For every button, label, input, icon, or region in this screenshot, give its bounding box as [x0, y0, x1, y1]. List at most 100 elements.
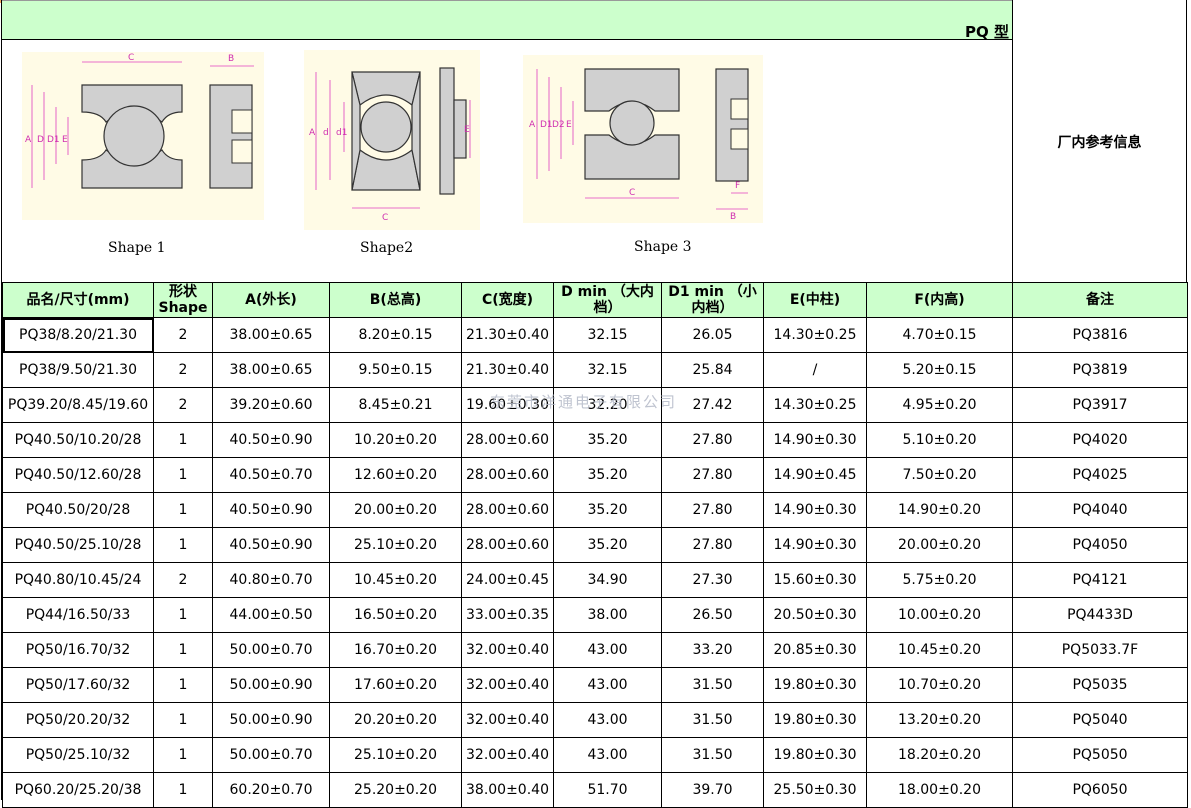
- cell-remark[interactable]: PQ4050: [1012, 527, 1188, 563]
- cell-e[interactable]: 14.30±0.25: [763, 387, 867, 423]
- cell-c[interactable]: 21.30±0.40: [461, 317, 554, 353]
- cell-d1[interactable]: 25.84: [661, 352, 764, 388]
- cell-shape[interactable]: 2: [153, 387, 213, 423]
- col-header-f[interactable]: F(内高): [866, 282, 1013, 318]
- cell-name[interactable]: PQ38/8.20/21.30: [2, 317, 154, 353]
- cell-d[interactable]: 35.20: [553, 492, 662, 528]
- cell-shape[interactable]: 1: [153, 527, 213, 563]
- cell-remark[interactable]: PQ3816: [1012, 317, 1188, 353]
- cell-d1[interactable]: 27.80: [661, 492, 764, 528]
- cell-remark[interactable]: PQ5050: [1012, 737, 1188, 773]
- cell-b[interactable]: 20.00±0.20: [329, 492, 462, 528]
- cell-d[interactable]: 32.15: [553, 352, 662, 388]
- cell-d1[interactable]: 31.50: [661, 737, 764, 773]
- cell-f[interactable]: 10.00±0.20: [866, 597, 1013, 633]
- cell-d1[interactable]: 27.30: [661, 562, 764, 598]
- cell-c[interactable]: 28.00±0.60: [461, 422, 554, 458]
- cell-shape[interactable]: 1: [153, 492, 213, 528]
- cell-f[interactable]: 13.20±0.20: [866, 702, 1013, 738]
- cell-shape[interactable]: 1: [153, 632, 213, 668]
- cell-shape[interactable]: 1: [153, 457, 213, 493]
- cell-shape[interactable]: 2: [153, 317, 213, 353]
- cell-d[interactable]: 43.00: [553, 737, 662, 773]
- cell-d[interactable]: 43.00: [553, 667, 662, 703]
- cell-shape[interactable]: 2: [153, 352, 213, 388]
- cell-d1[interactable]: 31.50: [661, 702, 764, 738]
- cell-name[interactable]: PQ44/16.50/33: [2, 597, 154, 633]
- cell-b[interactable]: 9.50±0.15: [329, 352, 462, 388]
- col-header-shape[interactable]: 形状 Shape: [153, 282, 213, 318]
- cell-f[interactable]: 10.70±0.20: [866, 667, 1013, 703]
- cell-a[interactable]: 40.80±0.70: [212, 562, 330, 598]
- cell-a[interactable]: 50.00±0.90: [212, 667, 330, 703]
- cell-shape[interactable]: 1: [153, 422, 213, 458]
- cell-f[interactable]: 5.75±0.20: [866, 562, 1013, 598]
- cell-a[interactable]: 40.50±0.90: [212, 527, 330, 563]
- cell-f[interactable]: 4.95±0.20: [866, 387, 1013, 423]
- cell-e[interactable]: 14.90±0.30: [763, 422, 867, 458]
- cell-c[interactable]: 21.30±0.40: [461, 352, 554, 388]
- cell-remark[interactable]: PQ5035: [1012, 667, 1188, 703]
- cell-name[interactable]: PQ50/17.60/32: [2, 667, 154, 703]
- cell-a[interactable]: 39.20±0.60: [212, 387, 330, 423]
- cell-f[interactable]: 18.20±0.20: [866, 737, 1013, 773]
- cell-b[interactable]: 12.60±0.20: [329, 457, 462, 493]
- cell-remark[interactable]: PQ4040: [1012, 492, 1188, 528]
- cell-b[interactable]: 25.10±0.20: [329, 527, 462, 563]
- cell-f[interactable]: 14.90±0.20: [866, 492, 1013, 528]
- cell-a[interactable]: 40.50±0.90: [212, 422, 330, 458]
- cell-d[interactable]: 32.15: [553, 317, 662, 353]
- cell-e[interactable]: 25.50±0.30: [763, 772, 867, 808]
- cell-a[interactable]: 50.00±0.70: [212, 737, 330, 773]
- cell-f[interactable]: 5.20±0.15: [866, 352, 1013, 388]
- cell-e[interactable]: 14.90±0.30: [763, 492, 867, 528]
- cell-d[interactable]: 43.00: [553, 702, 662, 738]
- cell-d[interactable]: 43.00: [553, 632, 662, 668]
- col-header-c[interactable]: C(宽度): [461, 282, 554, 318]
- cell-b[interactable]: 17.60±0.20: [329, 667, 462, 703]
- cell-c[interactable]: 33.00±0.35: [461, 597, 554, 633]
- cell-e[interactable]: 14.90±0.30: [763, 527, 867, 563]
- cell-b[interactable]: 10.20±0.20: [329, 422, 462, 458]
- cell-b[interactable]: 8.45±0.21: [329, 387, 462, 423]
- cell-c[interactable]: 28.00±0.60: [461, 492, 554, 528]
- cell-name[interactable]: PQ40.80/10.45/24: [2, 562, 154, 598]
- cell-b[interactable]: 25.10±0.20: [329, 737, 462, 773]
- cell-shape[interactable]: 2: [153, 562, 213, 598]
- cell-name[interactable]: PQ40.50/12.60/28: [2, 457, 154, 493]
- cell-e[interactable]: 14.90±0.45: [763, 457, 867, 493]
- cell-remark[interactable]: PQ5040: [1012, 702, 1188, 738]
- cell-shape[interactable]: 1: [153, 702, 213, 738]
- cell-f[interactable]: 18.00±0.20: [866, 772, 1013, 808]
- cell-d[interactable]: 51.70: [553, 772, 662, 808]
- cell-shape[interactable]: 1: [153, 597, 213, 633]
- cell-b[interactable]: 16.70±0.20: [329, 632, 462, 668]
- cell-e[interactable]: 20.50±0.30: [763, 597, 867, 633]
- col-header-e[interactable]: E(中柱): [763, 282, 867, 318]
- cell-a[interactable]: 38.00±0.65: [212, 352, 330, 388]
- cell-e[interactable]: 19.80±0.30: [763, 667, 867, 703]
- cell-d[interactable]: 35.20: [553, 422, 662, 458]
- cell-d1[interactable]: 27.80: [661, 527, 764, 563]
- cell-c[interactable]: 32.00±0.40: [461, 702, 554, 738]
- cell-a[interactable]: 38.00±0.65: [212, 317, 330, 353]
- shape2-drawing[interactable]: A d d1 C E: [304, 50, 480, 230]
- col-header-b[interactable]: B(总高): [329, 282, 462, 318]
- col-header-a[interactable]: A(外长): [212, 282, 330, 318]
- cell-shape[interactable]: 1: [153, 772, 213, 808]
- cell-name[interactable]: PQ40.50/10.20/28: [2, 422, 154, 458]
- cell-remark[interactable]: PQ4433D: [1012, 597, 1188, 633]
- cell-d1[interactable]: 27.80: [661, 457, 764, 493]
- cell-remark[interactable]: PQ4121: [1012, 562, 1188, 598]
- cell-b[interactable]: 25.20±0.20: [329, 772, 462, 808]
- cell-a[interactable]: 50.00±0.70: [212, 632, 330, 668]
- cell-f[interactable]: 7.50±0.20: [866, 457, 1013, 493]
- cell-a[interactable]: 50.00±0.90: [212, 702, 330, 738]
- cell-name[interactable]: PQ50/16.70/32: [2, 632, 154, 668]
- col-header-d[interactable]: D min （大内档）: [553, 282, 662, 318]
- cell-d1[interactable]: 26.50: [661, 597, 764, 633]
- cell-d1[interactable]: 39.70: [661, 772, 764, 808]
- cell-name[interactable]: PQ50/25.10/32: [2, 737, 154, 773]
- cell-remark[interactable]: PQ6050: [1012, 772, 1188, 808]
- cell-shape[interactable]: 1: [153, 737, 213, 773]
